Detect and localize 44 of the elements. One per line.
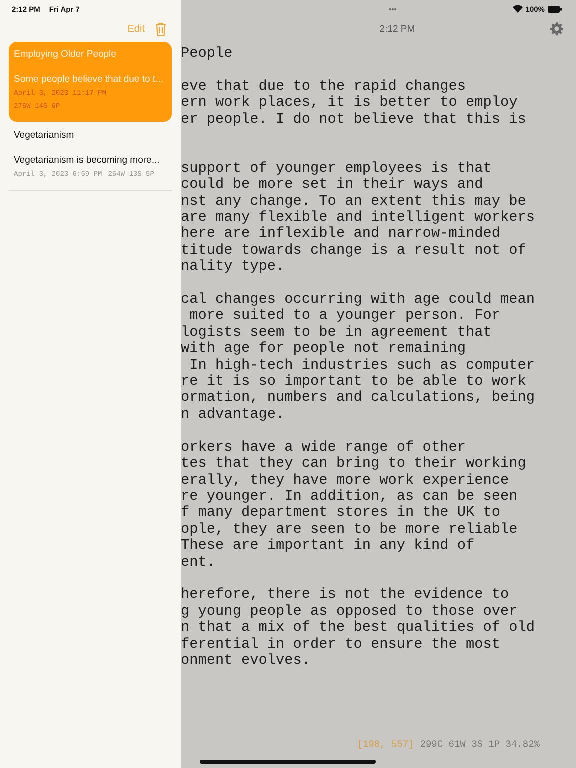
text-line: logists seem to be in agreement that	[181, 324, 493, 342]
text-line: ormation, numbers and calculations, being	[181, 390, 536, 407]
text-line: ople, they are seen to be more reliable	[181, 522, 519, 538]
nav-time: 2:12 PM	[380, 24, 416, 34]
text-line: herefore, there is not the evidence to	[181, 587, 510, 604]
text-line: eve that due to the rapid changes	[181, 78, 467, 96]
text-line: nst any change. To an extent this may be	[181, 194, 528, 210]
text-line: with age for people not remaining	[181, 341, 467, 358]
text-line: support of younger employees is that	[181, 160, 493, 178]
text-line: n advantage.	[181, 406, 286, 424]
text-line: orkers have a wide range of other	[181, 440, 467, 456]
cursor-position: [198, 557]	[357, 739, 414, 750]
trash-icon[interactable]	[155, 22, 167, 36]
text-line: onment evolves.	[181, 652, 312, 670]
text-line: n that a mix of the best qualities of old	[181, 620, 536, 637]
note-title: Vegetarianism	[14, 130, 76, 143]
wifi-icon	[512, 5, 523, 13]
note-title: Employing Older People	[14, 49, 118, 62]
text-line: er people. I do not believe that this is	[181, 112, 528, 128]
text-line: re it is so important to be able to work	[181, 374, 528, 390]
text-line: titude towards change is a result not of	[181, 242, 528, 260]
text-line: here are inflexible and narrow-minded	[181, 226, 502, 243]
text-line: In high-tech industries such as computer	[188, 358, 536, 374]
text-line: erally, they have more work experience	[181, 472, 510, 489]
text-line: nality type.	[181, 259, 286, 276]
note-preview: Vegetarianism is becoming more...	[14, 155, 161, 166]
text-line: ern work places, it is better to employ	[181, 95, 519, 112]
text-line: ent.	[181, 554, 217, 571]
document-title: People	[181, 46, 234, 62]
text-line: f many department stores in the UK to	[181, 505, 502, 522]
edit-button[interactable]: Edit	[128, 24, 145, 34]
text-line: more suited to a younger person. For	[188, 308, 502, 325]
battery-icon	[548, 6, 562, 12]
text-line: These are important in any kind of	[181, 538, 476, 555]
note-preview: Some people believe that due to t...	[14, 74, 164, 85]
text-line: cal changes occurring with age could mean	[181, 292, 536, 308]
document-counts: 299C 61W 3S 1P 34.82%	[420, 739, 540, 750]
text-line: g young people as opposed to those over	[181, 604, 519, 620]
text-line: re younger. In addition, as can be seen	[181, 488, 519, 506]
settings-icon[interactable]	[550, 22, 564, 36]
text-line: ferential in order to ensure the most	[181, 636, 502, 653]
text-line: tes that they can bring to their working	[181, 456, 528, 472]
text-line: could be more set in their ways and	[181, 177, 484, 194]
text-line: are many flexible and intelligent workers	[181, 210, 536, 226]
